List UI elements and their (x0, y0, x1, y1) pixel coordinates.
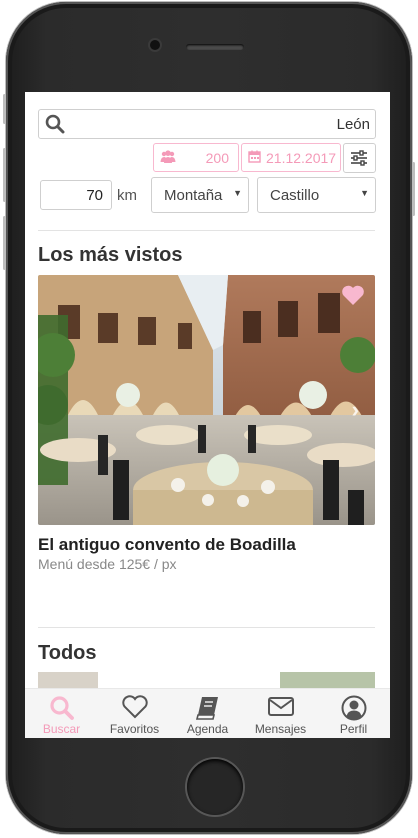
search-icon (49, 696, 74, 720)
environment-select[interactable]: Montaña ▼ (151, 177, 249, 213)
caret-down-icon: ▼ (233, 188, 242, 198)
bottom-nav: Buscar Favoritos Agenda Mensajes Perfil (25, 688, 390, 738)
divider (38, 230, 375, 231)
venue-type-value: Castillo (270, 187, 320, 204)
home-button[interactable] (187, 759, 243, 815)
venue-photo[interactable]: › (38, 275, 375, 525)
favorite-heart-icon[interactable] (341, 285, 365, 311)
advanced-filters-button[interactable] (343, 143, 376, 173)
venue-price: Menú desde 125€ / px (38, 556, 177, 572)
nav-label: Mensajes (254, 722, 307, 736)
most-viewed-title: Los más vistos (38, 244, 183, 266)
date-filter[interactable]: 21.12.2017 (241, 143, 341, 172)
power-button (412, 162, 415, 216)
venue-thumb[interactable] (38, 672, 98, 688)
app-screen: León 200 21.12.2017 70 km Montaña ▼ Cast… (25, 92, 390, 738)
nav-label: Agenda (186, 722, 229, 736)
next-arrow-icon[interactable]: › (352, 397, 359, 423)
sliders-icon (351, 150, 367, 166)
mute-switch (3, 94, 6, 124)
venue-name[interactable]: El antiguo convento de Boadilla (38, 535, 296, 555)
heart-icon (121, 695, 148, 719)
book-icon (195, 697, 218, 720)
nav-item-perfil[interactable]: Perfil (317, 689, 390, 738)
location-search-input[interactable]: León (38, 109, 376, 139)
date-value: 21.12.2017 (266, 150, 337, 166)
courtyard-photo (38, 275, 375, 525)
distance-unit-label: km (117, 187, 137, 204)
nav-item-agenda[interactable]: Agenda (171, 689, 244, 738)
scroll-content: León 200 21.12.2017 70 km Montaña ▼ Cast… (25, 92, 390, 688)
nav-label: Perfil (339, 722, 368, 736)
envelope-icon (267, 697, 294, 716)
calendar-icon (248, 150, 261, 166)
nav-label: Favoritos (109, 722, 160, 736)
nav-item-mensajes[interactable]: Mensajes (244, 689, 317, 738)
distance-input[interactable]: 70 (40, 180, 112, 210)
volume-up-button (3, 148, 6, 202)
users-icon (160, 150, 176, 167)
user-icon (341, 695, 366, 721)
nav-item-favoritos[interactable]: Favoritos (98, 689, 171, 738)
all-title: Todos (38, 642, 97, 664)
distance-value: 70 (86, 187, 103, 204)
location-value: León (336, 116, 370, 133)
nav-item-buscar[interactable]: Buscar (25, 689, 98, 738)
caret-down-icon: ▼ (360, 188, 369, 198)
guests-count: 200 (205, 150, 229, 166)
search-icon (45, 114, 65, 139)
environment-value: Montaña (164, 187, 223, 204)
guests-filter[interactable]: 200 (153, 143, 239, 172)
nav-label: Buscar (42, 722, 81, 736)
front-camera (150, 40, 160, 50)
venue-thumb[interactable] (280, 672, 375, 688)
volume-down-button (3, 216, 6, 270)
venue-type-select[interactable]: Castillo ▼ (257, 177, 376, 213)
earpiece-speaker (186, 44, 244, 50)
divider (38, 627, 375, 628)
